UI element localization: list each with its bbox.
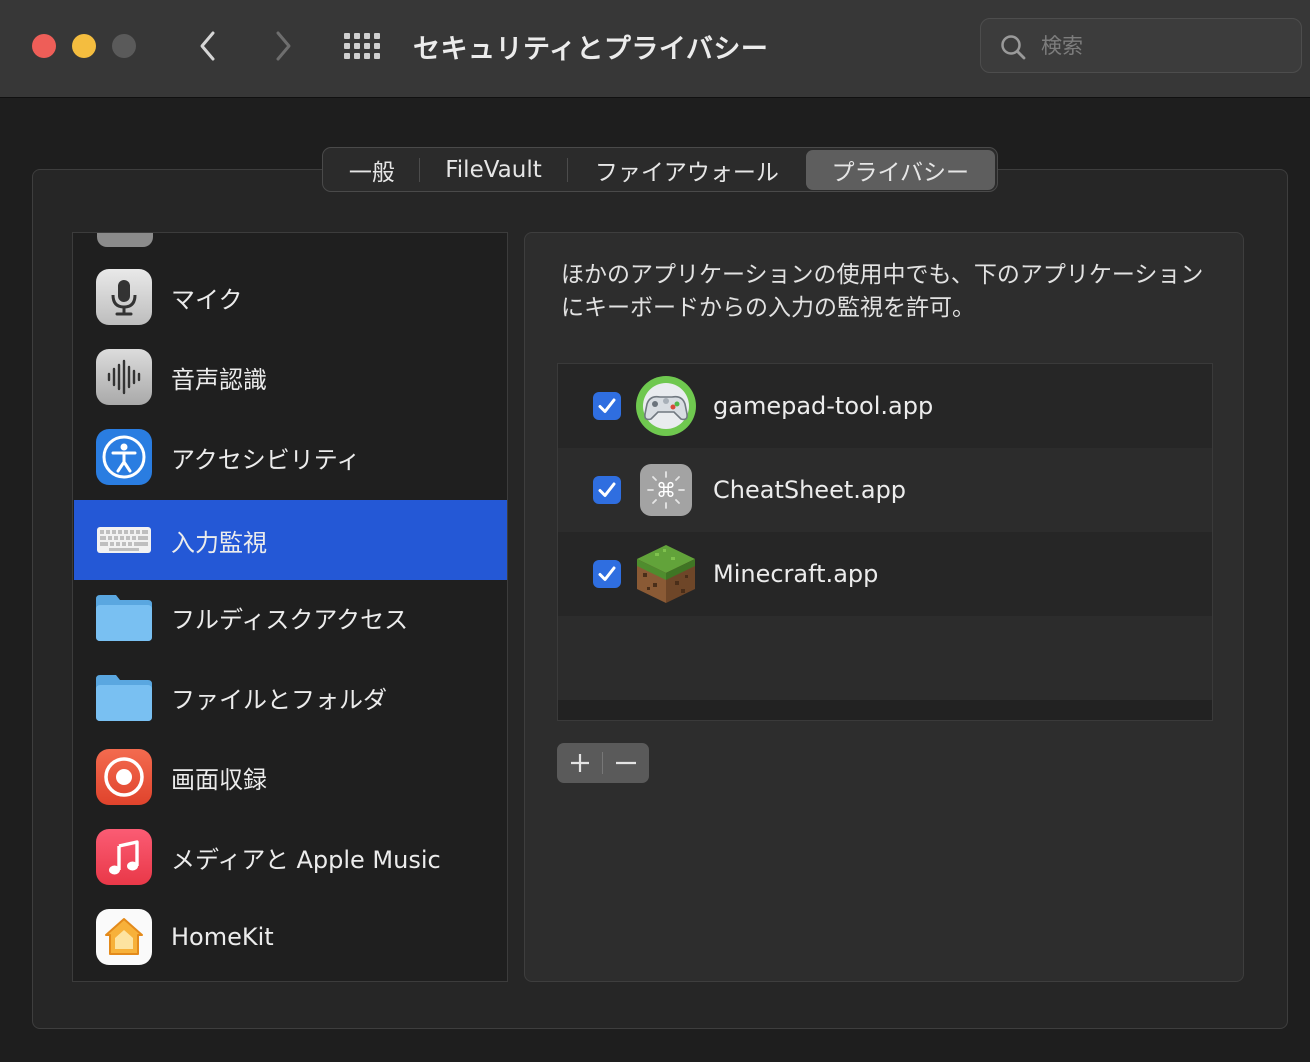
waveform-icon [96, 349, 152, 405]
app-enabled-checkbox[interactable] [593, 392, 621, 420]
allowed-apps-list[interactable]: gamepad-tool.app ⌘ CheatSheet.app Minecr… [557, 363, 1213, 721]
checkmark-icon [598, 482, 616, 497]
sidebar-item-input-monitoring[interactable]: 入力監視 [74, 500, 507, 580]
sidebar-item-full-disk-access[interactable]: フルディスクアクセス [74, 577, 507, 657]
tab-filevault[interactable]: FileVault [420, 150, 568, 190]
sidebar-item-label: 入力監視 [171, 528, 267, 557]
checkmark-icon [598, 398, 616, 413]
add-app-button[interactable] [557, 743, 602, 783]
search-input[interactable] [1041, 31, 1281, 61]
show-all-grid-icon[interactable] [342, 28, 382, 64]
keyboard-icon [96, 512, 152, 568]
sidebar-item-label: アクセシビリティ [171, 445, 361, 474]
minimize-window-button[interactable] [72, 34, 96, 58]
empty-list-row [558, 616, 1212, 700]
screen-record-icon [96, 749, 152, 805]
sidebar-item-files-and-folders[interactable]: ファイルとフォルダ [74, 657, 507, 737]
checkmark-icon [598, 566, 616, 581]
title-bar: セキュリティとプライバシー [0, 0, 1310, 98]
sidebar-item-speech-recognition[interactable]: 音声認識 [74, 337, 507, 417]
sidebar-item-microphone[interactable]: マイク [74, 257, 507, 337]
app-enabled-checkbox[interactable] [593, 560, 621, 588]
tab-firewall[interactable]: ファイアウォール [568, 150, 805, 190]
back-button[interactable] [188, 26, 228, 66]
folder-icon [96, 669, 152, 725]
app-row-gamepad-tool[interactable]: gamepad-tool.app [558, 364, 1212, 448]
sidebar-item-label: 音声認識 [171, 365, 267, 394]
app-name: gamepad-tool.app [713, 392, 934, 420]
grass-block-icon [634, 542, 698, 606]
plus-icon [570, 754, 589, 772]
app-name: CheatSheet.app [713, 476, 907, 504]
search-field[interactable] [980, 18, 1302, 73]
sidebar-item-label: ファイルとフォルダ [171, 685, 387, 714]
pane-description: ほかのアプリケーションの使用中でも、下のアプリケーションにキーボードからの入力の… [561, 262, 1204, 321]
music-note-icon [96, 829, 152, 885]
sidebar-item-media-apple-music[interactable]: メディアと Apple Music [74, 817, 507, 897]
app-row-cheatsheet[interactable]: ⌘ CheatSheet.app [558, 448, 1212, 532]
privacy-category-list[interactable]: マイク 音声認識 アクセシビリティ 入力監視 フルディスクアクセス ファイルとフ… [72, 232, 508, 982]
accessibility-icon [96, 429, 152, 485]
window-title: セキュリティとプライバシー [413, 34, 769, 65]
svg-text:⌘: ⌘ [656, 478, 676, 502]
sidebar-item-label: フルディスクアクセス [171, 605, 409, 634]
sidebar-item-label: HomeKit [171, 923, 274, 951]
close-window-button[interactable] [32, 34, 56, 58]
chevron-right-icon [276, 31, 291, 61]
app-name: Minecraft.app [713, 560, 879, 588]
sidebar-item-accessibility[interactable]: アクセシビリティ [74, 417, 507, 497]
home-icon [96, 909, 152, 965]
app-enabled-checkbox[interactable] [593, 476, 621, 504]
forward-button[interactable] [263, 26, 303, 66]
sidebar-item-label: メディアと Apple Music [171, 845, 441, 874]
tab-bar: 一般 FileVault ファイアウォール プライバシー [322, 147, 998, 192]
zoom-window-button[interactable] [112, 34, 136, 58]
sidebar-item-homekit[interactable]: HomeKit [74, 897, 507, 977]
partial-category-icon [97, 233, 153, 247]
sidebar-item-label: 画面収録 [171, 765, 267, 794]
tab-general[interactable]: 一般 [325, 150, 419, 190]
folder-icon [96, 589, 152, 645]
add-remove-control [557, 743, 649, 783]
chevron-left-icon [200, 31, 215, 61]
microphone-icon [96, 269, 152, 325]
minus-icon [615, 761, 636, 765]
sidebar-item-screen-recording[interactable]: 画面収録 [74, 737, 507, 817]
input-monitoring-pane: ほかのアプリケーションの使用中でも、下のアプリケーションにキーボードからの入力の… [524, 232, 1244, 982]
tab-privacy[interactable]: プライバシー [805, 149, 996, 190]
remove-app-button[interactable] [603, 743, 648, 783]
command-key-icon: ⌘ [634, 458, 698, 522]
gamepad-icon [634, 374, 698, 438]
sidebar-item-label: マイク [171, 285, 243, 314]
app-row-minecraft[interactable]: Minecraft.app [558, 532, 1212, 616]
search-icon [1001, 35, 1026, 60]
